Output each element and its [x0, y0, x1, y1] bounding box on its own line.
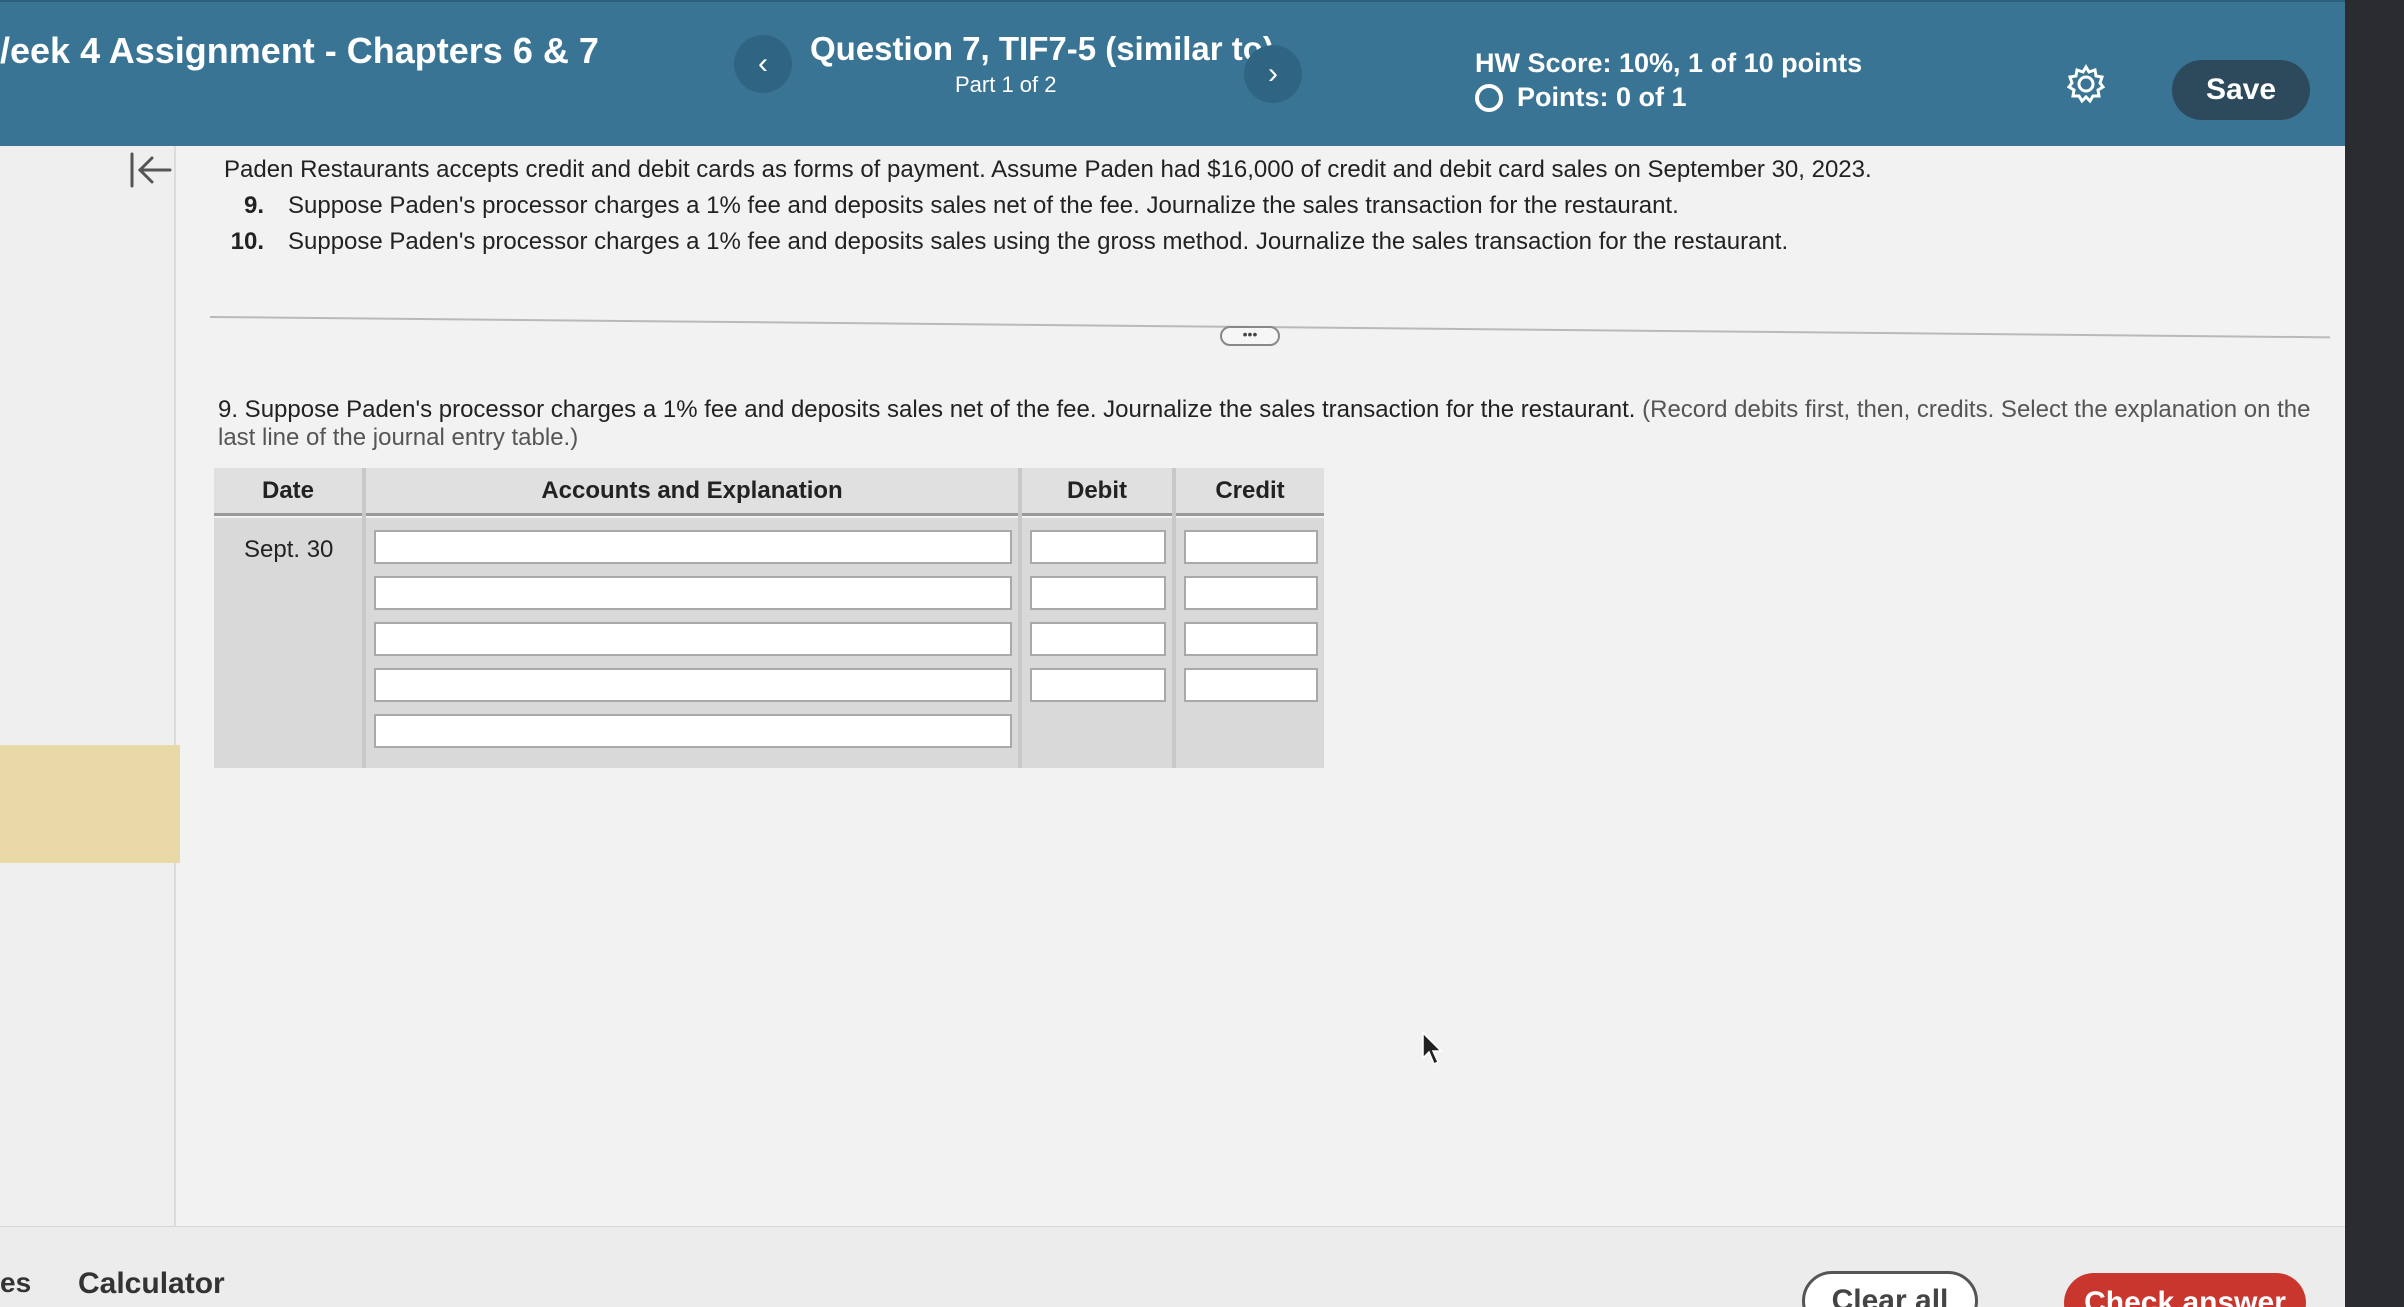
account-input[interactable] [374, 576, 1012, 610]
mouse-cursor-icon [1422, 1032, 1443, 1066]
save-button[interactable]: Save [2172, 60, 2310, 120]
screen-edge [2345, 0, 2404, 1307]
calculator-button[interactable]: Calculator [78, 1267, 225, 1301]
clear-all-button[interactable]: Clear all [1802, 1271, 1978, 1307]
next-question-button[interactable]: › [1244, 45, 1302, 103]
date-column-header: Date [214, 468, 362, 516]
column-separator [1018, 468, 1022, 768]
chevron-right-icon: › [1268, 57, 1278, 90]
left-panel [0, 146, 176, 1226]
question-item: 10. Suppose Paden's processor charges a … [230, 228, 1789, 256]
gear-icon[interactable] [2066, 64, 2106, 104]
question-title: Question 7, TIF7-5 (similar to) [810, 30, 1274, 67]
question-item: 9. Suppose Paden's processor charges a 1… [230, 192, 1679, 220]
bottom-left-fragment[interactable]: es [0, 1267, 31, 1299]
account-input[interactable] [374, 668, 1012, 702]
question-item-text: Suppose Paden's processor charges a 1% f… [288, 192, 1679, 219]
credit-input[interactable] [1184, 530, 1318, 564]
debit-input[interactable] [1030, 576, 1166, 610]
collapse-panel-icon[interactable] [128, 150, 172, 190]
assignment-title: /eek 4 Assignment - Chapters 6 & 7 [0, 30, 599, 71]
debit-input[interactable] [1030, 622, 1166, 656]
question-part: Part 1 of 2 [955, 72, 1057, 97]
chevron-left-icon: ‹ [758, 47, 768, 80]
debit-input[interactable] [1030, 668, 1166, 702]
credit-input[interactable] [1184, 668, 1318, 702]
debit-column-header: Debit [1022, 468, 1172, 516]
account-input[interactable] [374, 622, 1012, 656]
hw-score: HW Score: 10%, 1 of 10 points [1475, 48, 1863, 78]
journal-entry-table: Date Accounts and Explanation Debit Cred… [214, 468, 1324, 768]
debit-input[interactable] [1030, 530, 1166, 564]
status-circle-icon [1475, 83, 1503, 112]
accounts-column-header: Accounts and Explanation [366, 468, 1018, 516]
question-item-number: 9. [243, 192, 264, 219]
points-status: Points: 0 of 1 [1475, 82, 1687, 113]
part-instruction: 9. Suppose Paden's processor charges a 1… [218, 396, 2328, 452]
column-separator [1172, 468, 1176, 768]
column-separator [362, 468, 366, 768]
left-panel-highlight [0, 745, 180, 863]
previous-question-button[interactable]: ‹ [734, 35, 792, 93]
account-input[interactable] [374, 530, 1012, 564]
expand-more-button[interactable]: ••• [1220, 326, 1280, 346]
points-text: Points: 0 of 1 [1517, 82, 1687, 112]
credit-input[interactable] [1184, 622, 1318, 656]
instruction-text: 9. Suppose Paden's processor charges a 1… [218, 396, 1636, 423]
top-header: /eek 4 Assignment - Chapters 6 & 7 ‹ Que… [0, 0, 2345, 146]
question-item-text: Suppose Paden's processor charges a 1% f… [288, 228, 1789, 255]
explanation-input[interactable] [374, 714, 1012, 748]
question-content: Paden Restaurants accepts credit and deb… [190, 146, 2340, 1226]
credit-input[interactable] [1184, 576, 1318, 610]
entry-date: Sept. 30 [244, 536, 334, 563]
credit-column-header: Credit [1176, 468, 1324, 516]
question-intro: Paden Restaurants accepts credit and deb… [224, 156, 1872, 183]
question-item-number: 10. [230, 228, 264, 255]
bottom-toolbar: es Calculator Clear all Check answer [0, 1226, 2345, 1307]
check-answer-button[interactable]: Check answer [2064, 1273, 2306, 1307]
